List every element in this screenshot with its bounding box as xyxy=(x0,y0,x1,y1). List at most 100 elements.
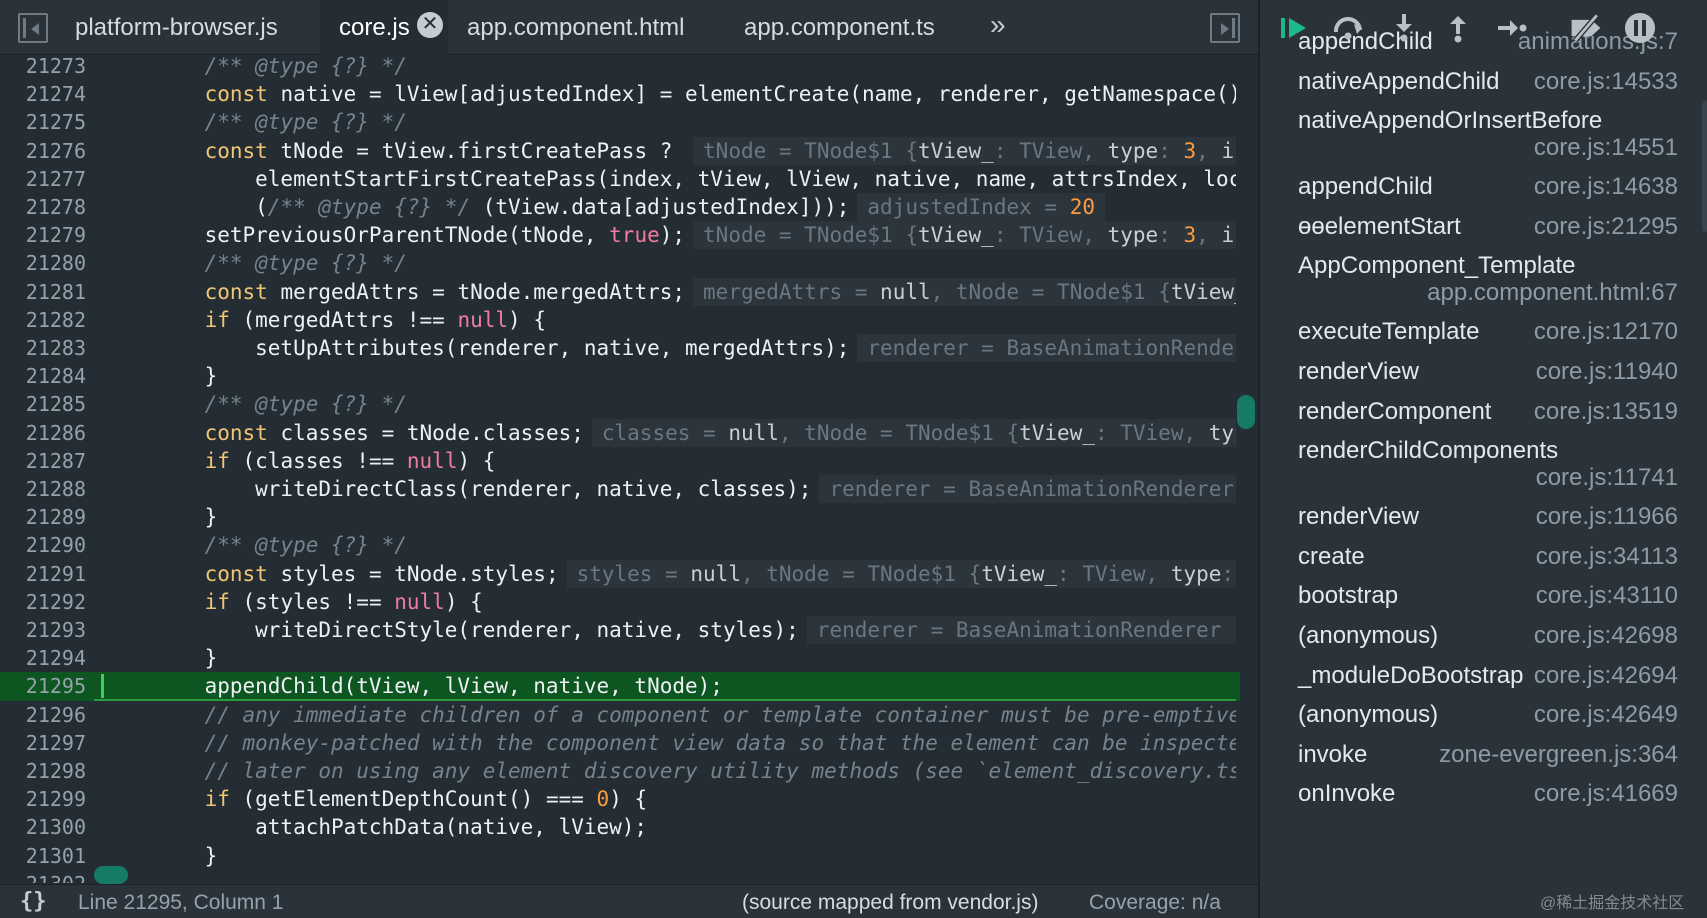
pause-on-exceptions-icon[interactable] xyxy=(1622,10,1658,46)
code-line[interactable]: 21285 /** @type {?} */ xyxy=(0,390,1240,418)
line-number[interactable]: 21282 xyxy=(0,306,86,334)
line-number[interactable]: 21292 xyxy=(0,588,86,616)
line-number[interactable]: 21294 xyxy=(0,644,86,672)
line-number[interactable]: 21300 xyxy=(0,813,86,841)
source-mapped-link[interactable]: (source mapped from vendor.js) xyxy=(742,891,1038,915)
line-number[interactable]: 21293 xyxy=(0,616,86,644)
current-execution-line[interactable]: 21295 appendChild(tView, lView, native, … xyxy=(0,672,1240,701)
call-frame[interactable]: _moduleDoBootstrap core.js:42694 xyxy=(1298,662,1678,702)
code-line[interactable]: 21299 if (getElementDepthCount() === 0) … xyxy=(0,785,1240,813)
toggle-debugger-icon[interactable] xyxy=(1210,13,1240,43)
tab-app-component-ts[interactable]: app.component.ts xyxy=(744,0,935,55)
code-line[interactable]: 21291 const styles = tNode.styles; styles… xyxy=(0,559,1240,588)
call-frame[interactable]: executeTemplate core.js:12170 xyxy=(1298,318,1678,358)
tab-core-js[interactable]: core.js ✕ xyxy=(320,0,448,55)
code-line[interactable]: 21292 if (styles !== null) { xyxy=(0,588,1240,616)
step-into-icon[interactable] xyxy=(1386,10,1422,46)
deactivate-breakpoints-icon[interactable] xyxy=(1568,10,1608,46)
code-line[interactable]: 21284 } xyxy=(0,362,1240,390)
call-frame[interactable]: nativeAppendChild core.js:14533 xyxy=(1298,68,1678,108)
call-frame[interactable]: renderView core.js:11940 xyxy=(1298,358,1678,398)
code-line[interactable]: 21290 /** @type {?} */ xyxy=(0,531,1240,559)
call-frame[interactable]: (anonymous) core.js:42649 xyxy=(1298,701,1678,741)
code-line[interactable]: 21283 setUpAttributes(renderer, native, … xyxy=(0,334,1240,363)
horizontal-scrollbar-thumb[interactable] xyxy=(94,866,128,884)
call-frame[interactable]: invoke zone-evergreen.js:364 xyxy=(1298,741,1678,781)
call-frame[interactable]: create core.js:34113 xyxy=(1298,543,1678,583)
code-line[interactable]: 21277 elementStartFirstCreatePass(index,… xyxy=(0,165,1240,193)
tab-platform-browser-js[interactable]: platform-browser.js xyxy=(75,0,278,55)
line-number[interactable]: 21274 xyxy=(0,80,86,108)
line-number[interactable]: 21279 xyxy=(0,221,86,249)
line-number[interactable]: 21301 xyxy=(0,842,86,870)
line-number[interactable]: 21277 xyxy=(0,165,86,193)
call-frame[interactable]: renderComponent core.js:13519 xyxy=(1298,398,1678,438)
call-frame[interactable]: renderChildComponents core.js:11741 xyxy=(1298,437,1678,503)
line-number[interactable]: 21290 xyxy=(0,531,86,559)
line-number[interactable]: 21295 xyxy=(0,672,86,700)
code-line[interactable]: 21296 // any immediate children of a com… xyxy=(0,701,1240,729)
code-line[interactable]: 21298 // later on using any element disc… xyxy=(0,757,1240,785)
call-frame[interactable]: (anonymous) core.js:42698 xyxy=(1298,622,1678,662)
line-number[interactable]: 21299 xyxy=(0,785,86,813)
line-number[interactable]: 21287 xyxy=(0,447,86,475)
resume-icon[interactable] xyxy=(1276,10,1312,46)
code-editor[interactable]: 21273 /** @type {?} */21274 const native… xyxy=(0,52,1258,883)
code-line[interactable]: 21275 /** @type {?} */ xyxy=(0,108,1240,136)
call-frame[interactable]: nativeAppendOrInsertBefore core.js:14551 xyxy=(1298,107,1678,173)
line-number[interactable]: 21283 xyxy=(0,334,86,362)
code-line[interactable]: 21280 /** @type {?} */ xyxy=(0,249,1240,277)
line-number[interactable]: 21288 xyxy=(0,475,86,503)
call-stack-scrollbar[interactable] xyxy=(1702,100,1707,232)
code-line[interactable]: 21282 if (mergedAttrs !== null) { xyxy=(0,306,1240,334)
line-number[interactable]: 21275 xyxy=(0,108,86,136)
hint-token: , tNode = TNode$1 { xyxy=(740,561,982,586)
code-line[interactable]: 21276 const tNode = tView.firstCreatePas… xyxy=(0,136,1240,165)
call-frame[interactable]: AppComponent_Template app.component.html:… xyxy=(1298,252,1678,318)
call-frame[interactable]: appendChild core.js:14638 xyxy=(1298,173,1678,213)
close-tab-icon[interactable]: ✕ xyxy=(417,12,443,38)
code-line[interactable]: 21287 if (classes !== null) { xyxy=(0,447,1240,475)
code-line[interactable]: 21273 /** @type {?} */ xyxy=(0,52,1240,80)
code-line[interactable]: 21278 (/** @type {?} */ (tView.data[adju… xyxy=(0,193,1240,222)
line-number[interactable]: 21280 xyxy=(0,249,86,277)
hint-token: renderer = BaseAnimationRenderer xyxy=(829,477,1235,501)
code-line[interactable]: 21297 // monkey-patched with the compone… xyxy=(0,729,1240,757)
line-number[interactable]: 21285 xyxy=(0,390,86,418)
line-number[interactable]: 21298 xyxy=(0,757,86,785)
code-line[interactable]: 21300 attachPatchData(native, lView); xyxy=(0,813,1240,841)
line-number[interactable]: 21273 xyxy=(0,52,86,80)
line-number[interactable]: 21278 xyxy=(0,193,86,221)
line-number[interactable]: 21296 xyxy=(0,701,86,729)
code-line[interactable]: 21281 const mergedAttrs = tNode.mergedAt… xyxy=(0,277,1240,306)
code-line[interactable]: 21294 } xyxy=(0,644,1240,672)
line-number[interactable]: 21302 xyxy=(0,870,86,883)
line-number[interactable]: 21284 xyxy=(0,362,86,390)
toggle-navigator-icon[interactable] xyxy=(18,13,48,43)
code-line[interactable]: 21293 writeDirectStyle(renderer, native,… xyxy=(0,616,1240,645)
code-line[interactable]: 21286 const classes = tNode.classes; clas… xyxy=(0,418,1240,447)
line-number[interactable]: 21297 xyxy=(0,729,86,757)
more-tabs-chevron-icon[interactable]: » xyxy=(990,0,1006,55)
call-frame[interactable]: onInvoke core.js:41669 xyxy=(1298,780,1678,820)
line-number[interactable]: 21286 xyxy=(0,419,86,447)
call-frame[interactable]: bootstrap core.js:43110 xyxy=(1298,582,1678,622)
code-line[interactable]: 21301 } xyxy=(0,842,1240,870)
step-over-icon[interactable] xyxy=(1330,10,1366,46)
step-icon[interactable] xyxy=(1494,10,1530,46)
code-line[interactable]: 21288 writeDirectClass(renderer, native,… xyxy=(0,475,1240,504)
code-line[interactable]: 21289 } xyxy=(0,503,1240,531)
line-number[interactable]: 21276 xyxy=(0,137,86,165)
step-out-icon[interactable] xyxy=(1440,10,1476,46)
line-number[interactable]: 21281 xyxy=(0,278,86,306)
vertical-scrollbar-thumb[interactable] xyxy=(1237,395,1255,429)
code-line[interactable]: 21302 xyxy=(0,870,1240,883)
line-number[interactable]: 21289 xyxy=(0,503,86,531)
tab-app-component-html[interactable]: app.component.html xyxy=(467,0,684,55)
code-line[interactable]: 21274 const native = lView[adjustedIndex… xyxy=(0,80,1240,108)
code-line[interactable]: 21279 setPreviousOrParentTNode(tNode, tr… xyxy=(0,221,1240,250)
call-frame[interactable]: ɵɵelementStart core.js:21295 xyxy=(1298,213,1678,253)
line-number[interactable]: 21291 xyxy=(0,560,86,588)
pretty-print-icon[interactable]: {} xyxy=(20,889,47,914)
call-frame[interactable]: renderView core.js:11966 xyxy=(1298,503,1678,543)
